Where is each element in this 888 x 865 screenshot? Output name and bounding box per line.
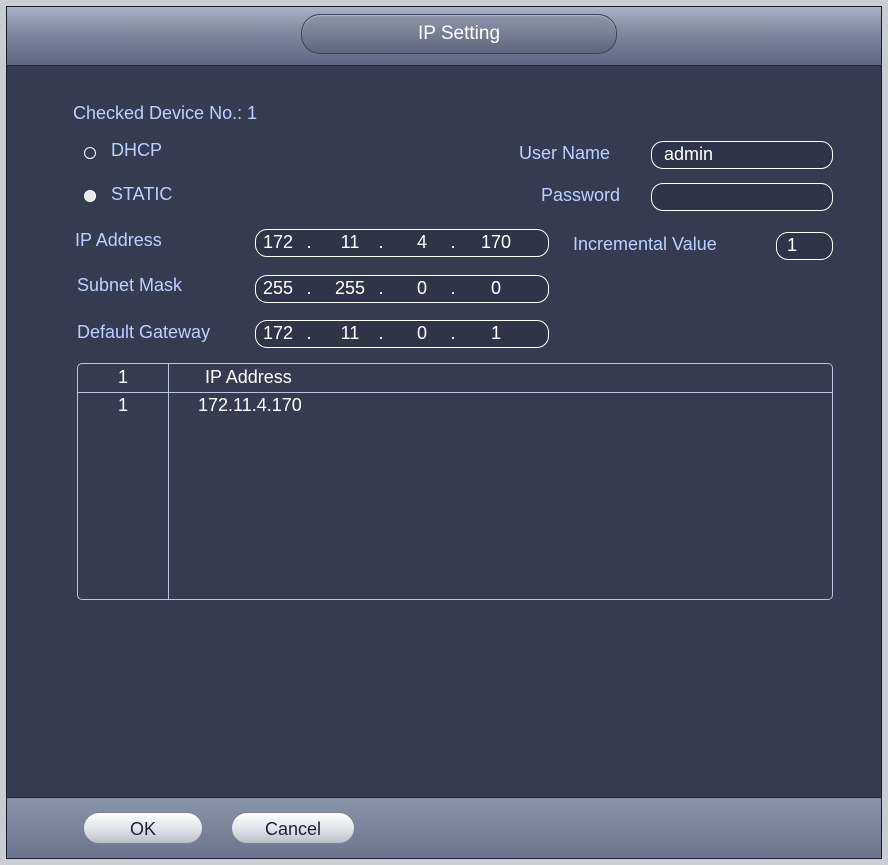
default-gateway-label: Default Gateway — [77, 322, 211, 342]
mask-octet-1[interactable]: 255 — [260, 276, 296, 301]
gateway-octet-4[interactable]: 1 — [478, 321, 514, 346]
button-bar: OK Cancel — [7, 797, 881, 858]
static-label: STATIC — [111, 184, 173, 204]
gateway-octet-3[interactable]: 0 — [404, 321, 440, 346]
mask-dot: . — [306, 278, 312, 298]
table-header: 1 IP Address — [78, 364, 832, 393]
cancel-button[interactable]: Cancel — [231, 812, 355, 844]
dhcp-label: DHCP — [111, 140, 163, 160]
incremental-value-label: Incremental Value — [573, 234, 717, 254]
row-no: 1 — [118, 395, 129, 415]
dialog-title: IP Setting — [301, 14, 617, 54]
mask-octet-3[interactable]: 0 — [404, 276, 440, 301]
ip-octet-1[interactable]: 172 — [260, 230, 296, 255]
ip-address-input[interactable]: 172 . 11 . 4 . 170 — [255, 229, 549, 257]
column-header-ip[interactable]: IP Address — [205, 367, 292, 388]
ip-octet-4[interactable]: 170 — [478, 230, 514, 255]
title-bar: IP Setting — [7, 7, 881, 66]
ip-dot: . — [450, 232, 456, 252]
column-divider — [168, 364, 169, 599]
ip-dot: . — [306, 232, 312, 252]
checked-device-label: Checked Device No.: 1 — [73, 103, 258, 123]
ip-octet-3[interactable]: 4 — [404, 230, 440, 255]
mask-octet-4[interactable]: 0 — [478, 276, 514, 301]
radio-selected-icon — [84, 190, 96, 202]
gateway-octet-1[interactable]: 172 — [260, 321, 296, 346]
radio-unselected-icon — [84, 147, 96, 159]
gateway-octet-2[interactable]: 11 — [332, 321, 368, 346]
gateway-dot: . — [306, 323, 312, 343]
row-ip: 172.11.4.170 — [198, 395, 302, 415]
password-input[interactable] — [651, 183, 833, 211]
subnet-mask-label: Subnet Mask — [77, 275, 183, 295]
ip-dot: . — [378, 232, 384, 252]
mask-dot: . — [450, 278, 456, 298]
ip-setting-dialog: IP Setting Checked Device No.: 1 DHCP ST… — [6, 6, 882, 859]
mask-octet-2[interactable]: 255 — [332, 276, 368, 301]
user-name-input[interactable]: admin — [651, 141, 833, 169]
user-name-label: User Name — [519, 143, 611, 163]
column-header-no[interactable]: 1 — [118, 367, 128, 388]
incremental-value-input[interactable]: 1 — [776, 232, 833, 260]
default-gateway-input[interactable]: 172 . 11 . 0 . 1 — [255, 320, 549, 348]
password-label: Password — [541, 185, 621, 205]
ip-octet-2[interactable]: 11 — [332, 230, 368, 255]
ok-button[interactable]: OK — [83, 812, 203, 844]
gateway-dot: . — [378, 323, 384, 343]
ip-address-label: IP Address — [75, 230, 162, 250]
device-ip-table: 1 IP Address 1 172.11.4.170 — [77, 363, 833, 600]
gateway-dot: . — [450, 323, 456, 343]
mask-dot: . — [378, 278, 384, 298]
subnet-mask-input[interactable]: 255 . 255 . 0 . 0 — [255, 275, 549, 303]
